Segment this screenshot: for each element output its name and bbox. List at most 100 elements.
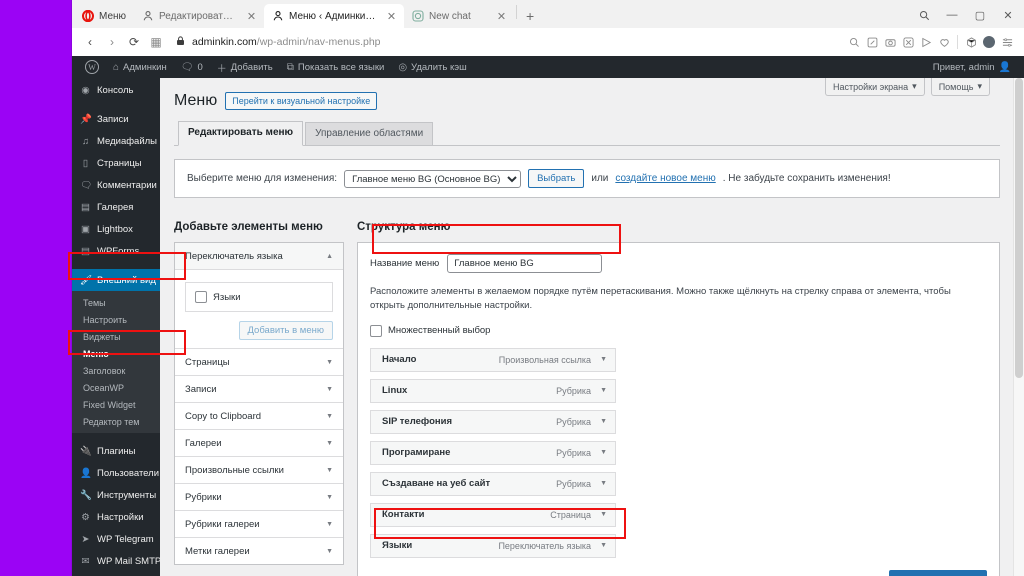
my-account-menu[interactable]: Привет, admin 👤 bbox=[926, 56, 1018, 78]
sidebar-item-media[interactable]: ♫ Медиафайлы bbox=[72, 130, 160, 152]
page-scrollbar[interactable] bbox=[1013, 78, 1024, 576]
browser-tab-1[interactable]: Редактировать запись "Ка ✕ bbox=[134, 4, 264, 28]
menu-item-row[interactable]: Програмиране Рубрика ▼ bbox=[370, 440, 616, 465]
tab-manage-locations[interactable]: Управление областями bbox=[305, 122, 434, 145]
bulk-select-checkbox[interactable]: Множественный выбор bbox=[370, 324, 987, 337]
browser-tab-0[interactable]: Меню bbox=[72, 4, 134, 28]
window-search-icon[interactable] bbox=[910, 2, 938, 28]
chevron-down-icon[interactable]: ▼ bbox=[600, 449, 607, 456]
browser-tab-3[interactable]: New chat ✕ bbox=[404, 4, 514, 28]
accordion-pages[interactable]: Страницы ▼ bbox=[175, 349, 343, 376]
chevron-down-icon[interactable]: ▼ bbox=[600, 418, 607, 425]
menu-name-input[interactable] bbox=[447, 254, 603, 273]
back-button[interactable]: ‹ bbox=[80, 32, 100, 52]
menu-item-title: Контакти bbox=[382, 509, 425, 521]
sidebar-item-wp-mail-smtp[interactable]: ✉ WP Mail SMTP bbox=[72, 550, 162, 572]
sidebar-item-wp-telegram[interactable]: ➤ WP Telegram bbox=[72, 528, 160, 550]
show-all-languages-menu[interactable]: ⧉ Показать все языки bbox=[280, 56, 392, 78]
send-icon[interactable] bbox=[917, 32, 935, 52]
window-maximize-icon[interactable]: ▢ bbox=[966, 2, 994, 28]
screen-meta-links: Настройки экрана ▾ Помощь ▾ bbox=[825, 78, 990, 96]
sidebar-item-pages[interactable]: ▯ Страницы bbox=[72, 152, 160, 174]
accordion-galleries[interactable]: Галереи ▼ bbox=[175, 430, 343, 457]
camera-icon[interactable] bbox=[881, 32, 899, 52]
sidebar-item-oceanwp[interactable]: OceanWP bbox=[72, 379, 160, 396]
accordion-gallery-categories[interactable]: Рубрики галереи ▼ bbox=[175, 511, 343, 538]
new-tab-button[interactable]: + bbox=[519, 4, 541, 28]
menu-item-row[interactable]: Linux Рубрика ▼ bbox=[370, 378, 616, 403]
accordion-custom-links[interactable]: Произвольные ссылки ▼ bbox=[175, 457, 343, 484]
checkbox-languages[interactable]: Языки bbox=[195, 291, 323, 303]
profile-avatar[interactable] bbox=[980, 32, 998, 52]
chevron-down-icon[interactable]: ▼ bbox=[600, 387, 607, 394]
cube-icon[interactable] bbox=[962, 32, 980, 52]
sidebar-item-dashboard-label: Консоль bbox=[97, 84, 134, 96]
accordion-categories[interactable]: Рубрики ▼ bbox=[175, 484, 343, 511]
accordion-gallery-tags[interactable]: Метки галереи ▼ bbox=[175, 538, 343, 564]
browser-tab-2-close-icon[interactable]: ✕ bbox=[387, 10, 396, 23]
sidebar-item-theme-editor[interactable]: Редактор тем bbox=[72, 413, 160, 430]
save-reminder-text: . Не забудьте сохранить изменения! bbox=[722, 173, 891, 184]
sidebar-item-dashboard[interactable]: ◉ Консоль bbox=[72, 79, 160, 101]
sidebar-item-settings[interactable]: ⚙ Настройки bbox=[72, 506, 160, 528]
sidebar-item-plugins[interactable]: 🔌 Плагины bbox=[72, 440, 160, 462]
sidebar-item-lightbox[interactable]: ▣ Lightbox bbox=[72, 218, 160, 240]
sidebar-item-users[interactable]: 👤 Пользователи bbox=[72, 462, 160, 484]
window-minimize-icon[interactable]: — bbox=[938, 2, 966, 28]
sidebar-item-fixed-widget[interactable]: Fixed Widget bbox=[72, 396, 160, 413]
menu-item-row[interactable]: Начало Произвольная ссылка ▼ bbox=[370, 347, 616, 372]
bulk-select-checkbox-box[interactable] bbox=[370, 324, 382, 337]
browser-tab-1-close-icon[interactable]: ✕ bbox=[247, 10, 256, 23]
purge-cache-menu[interactable]: ◎ Удалить кэш bbox=[391, 56, 473, 78]
tab-edit-menu[interactable]: Редактировать меню bbox=[178, 121, 304, 146]
sidebar-item-wpforms[interactable]: ▤ WPForms bbox=[72, 240, 160, 262]
save-menu-button[interactable]: Сохранить меню bbox=[888, 569, 987, 576]
sidebar-settings-icon[interactable] bbox=[998, 32, 1016, 52]
browser-tab-2[interactable]: Меню ‹ Админкин — Wor ✕ bbox=[264, 4, 405, 28]
wp-logo-menu[interactable]: W bbox=[78, 56, 106, 78]
menu-item-row[interactable]: SIP телефония Рубрика ▼ bbox=[370, 409, 616, 434]
sidebar-item-gallery[interactable]: ▤ Галерея bbox=[72, 196, 160, 218]
menu-select[interactable]: Главное меню BG (Основное BG) bbox=[344, 169, 522, 188]
reload-button[interactable]: ⟳ bbox=[124, 32, 144, 52]
checkbox-languages-box[interactable] bbox=[195, 291, 207, 303]
add-to-menu-button[interactable]: Добавить в меню bbox=[238, 321, 333, 340]
sidebar-item-header[interactable]: Заголовок bbox=[72, 362, 160, 379]
create-new-menu-link[interactable]: создайте новое меню bbox=[615, 173, 715, 184]
url-bar[interactable]: adminkin.com/wp-admin/nav-menus.php bbox=[176, 36, 843, 48]
sidebar-item-themes[interactable]: Темы bbox=[72, 294, 160, 311]
sidebar-item-tools[interactable]: 🔧 Инструменты bbox=[72, 484, 160, 506]
chevron-down-icon[interactable]: ▼ bbox=[600, 511, 607, 518]
accordion-copy-to-clipboard[interactable]: Copy to Clipboard ▼ bbox=[175, 403, 343, 430]
sidebar-item-appearance[interactable]: 🖌 Внешний вид bbox=[72, 269, 161, 291]
heart-icon[interactable] bbox=[935, 32, 953, 52]
sidebar-item-customize[interactable]: Настроить bbox=[72, 311, 160, 328]
sidebar-item-menus[interactable]: Меню bbox=[72, 345, 160, 362]
screen-options-button[interactable]: Настройки экрана ▾ bbox=[825, 78, 925, 96]
sidebar-item-posts[interactable]: 📌 Записи bbox=[72, 108, 160, 130]
site-name-menu[interactable]: ⌂ Админкин bbox=[106, 56, 174, 78]
help-button[interactable]: Помощь ▾ bbox=[930, 78, 990, 96]
menu-item-row-languages[interactable]: Языки Переключатель языка ▼ bbox=[370, 533, 616, 558]
live-preview-button[interactable]: Перейти к визуальной настройке bbox=[225, 92, 378, 110]
sidebar-item-widgets[interactable]: Виджеты bbox=[72, 328, 160, 345]
sidebar-item-comments[interactable]: 🗨 Комментарии bbox=[72, 174, 160, 196]
menu-item-row[interactable]: Създаване на уеб сайт Рубрика ▼ bbox=[370, 471, 616, 496]
accordion-posts[interactable]: Записи ▼ bbox=[175, 376, 343, 403]
page-scrollbar-thumb[interactable] bbox=[1015, 78, 1023, 378]
window-close-icon[interactable]: ✕ bbox=[994, 2, 1022, 28]
comments-menu[interactable]: 🗨 0 bbox=[174, 56, 210, 78]
chevron-down-icon[interactable]: ▼ bbox=[600, 356, 607, 363]
menu-item-row[interactable]: Контакти Страница ▼ bbox=[370, 502, 616, 527]
tab-overview-button[interactable]: ▦ bbox=[146, 32, 166, 52]
chevron-down-icon[interactable]: ▼ bbox=[600, 542, 607, 549]
block-ads-icon[interactable] bbox=[899, 32, 917, 52]
browser-tab-3-close-icon[interactable]: ✕ bbox=[497, 10, 506, 23]
zoom-icon[interactable] bbox=[845, 32, 863, 52]
select-menu-button[interactable]: Выбрать bbox=[528, 169, 585, 188]
chevron-down-icon[interactable]: ▼ bbox=[600, 480, 607, 487]
new-content-menu[interactable]: ＋ Добавить bbox=[210, 56, 280, 78]
forward-button[interactable]: › bbox=[102, 32, 122, 52]
accordion-language-switcher[interactable]: Переключатель языка ▲ bbox=[175, 243, 343, 270]
edit-icon[interactable] bbox=[863, 32, 881, 52]
